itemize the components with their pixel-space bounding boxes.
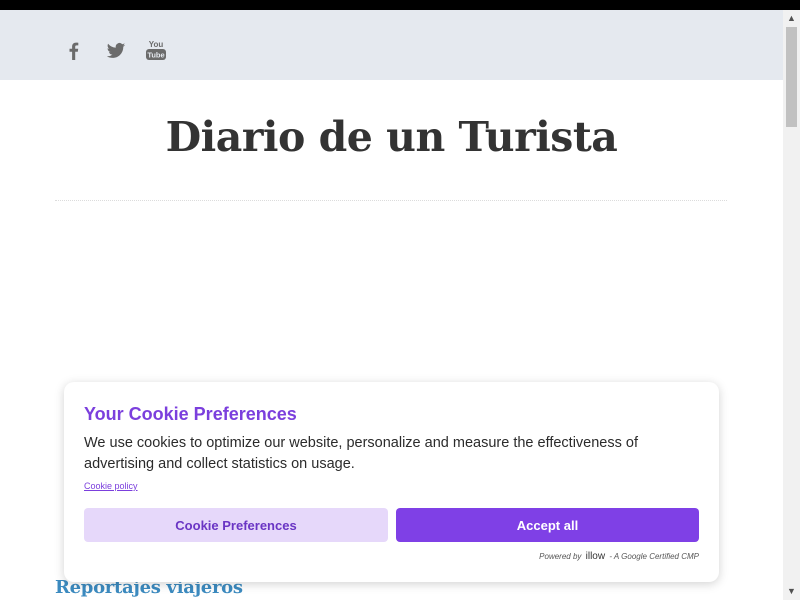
scroll-down-arrow-icon[interactable]: ▼ [783, 583, 800, 600]
cookie-title: Your Cookie Preferences [84, 404, 297, 424]
youtube-icon-text-bottom: Tube [147, 51, 164, 60]
youtube-icon-text-top: You [149, 40, 164, 49]
scroll-thumb[interactable] [786, 27, 797, 127]
social-bar: You Tube [0, 10, 783, 80]
powered-prefix: Powered by [539, 552, 582, 561]
youtube-icon[interactable]: You Tube [145, 39, 167, 61]
cookie-policy-link[interactable]: Cookie policy [84, 481, 138, 491]
site-title[interactable]: Diario de un Turista [0, 113, 783, 161]
powered-by: Powered by illow - A Google Certified CM… [539, 551, 699, 562]
powered-suffix: - A Google Certified CMP [609, 552, 699, 561]
header-divider [55, 200, 727, 201]
twitter-icon[interactable] [106, 41, 126, 61]
scrollbar[interactable]: ▲ ▼ [783, 10, 800, 600]
cookie-description: We use cookies to optimize our website, … [84, 435, 638, 472]
browser-top-edge [0, 0, 800, 10]
illow-brand[interactable]: illow [586, 551, 605, 562]
accept-all-button[interactable]: Accept all [396, 508, 699, 542]
cookie-preferences-button[interactable]: Cookie Preferences [84, 508, 388, 542]
facebook-icon[interactable] [64, 41, 84, 61]
cookie-banner: Your Cookie Preferences We use cookies t… [64, 382, 719, 582]
scroll-up-arrow-icon[interactable]: ▲ [783, 10, 800, 27]
